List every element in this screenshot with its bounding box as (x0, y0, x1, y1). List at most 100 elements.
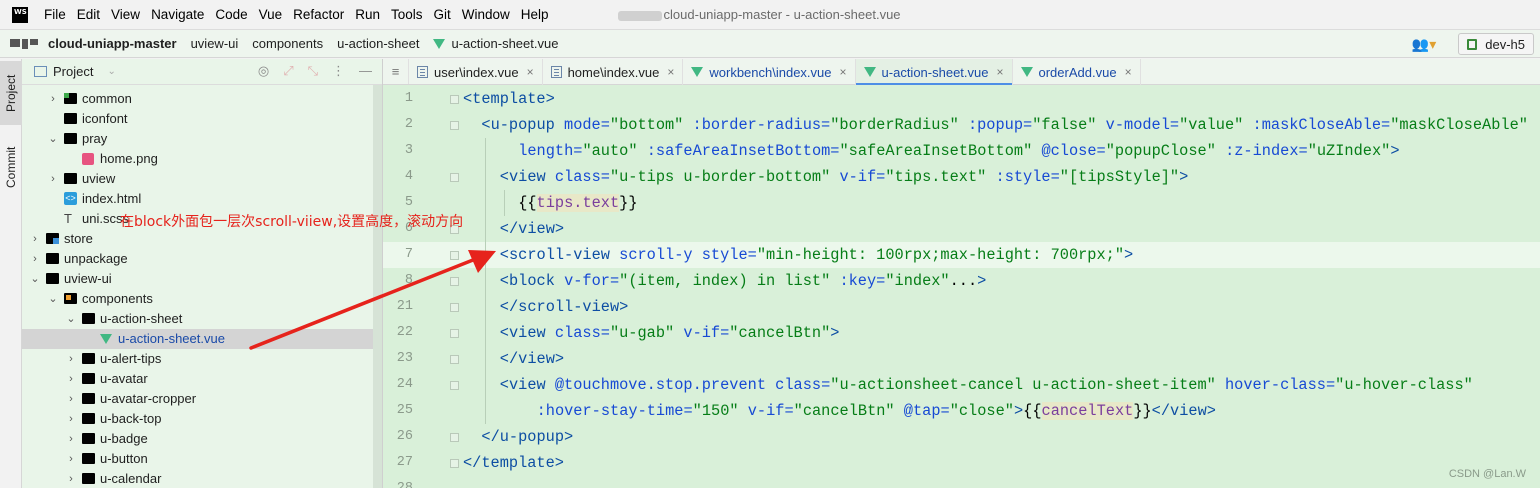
tree-row[interactable]: <> index.html (22, 189, 374, 209)
tool-window-strip: Project Commit (0, 59, 22, 488)
collapse-all-icon[interactable]: ⤡ (308, 63, 318, 79)
fold-marker-icon[interactable] (450, 381, 459, 390)
breadcrumb-file[interactable]: u-action-sheet.vue (451, 36, 558, 51)
menu-run[interactable]: Run (355, 7, 380, 22)
chevron-right-icon[interactable]: › (66, 349, 76, 369)
tree-row[interactable]: u-action-sheet.vue (22, 329, 374, 349)
tab-home-index-vue[interactable]: home\index.vue × (543, 59, 684, 85)
line-number: 4 (404, 169, 413, 184)
breadcrumb-project[interactable]: cloud-uniapp-master (48, 36, 177, 51)
chevron-down-icon[interactable]: ⌄ (66, 309, 76, 329)
fold-marker-icon[interactable] (450, 95, 459, 104)
user-dropdown-icon[interactable]: 👥▾ (1412, 36, 1436, 53)
tree-item-label: common (82, 91, 132, 106)
fold-marker-icon[interactable] (450, 121, 459, 130)
tab-u-action-sheet-vue[interactable]: u-action-sheet.vue × (855, 59, 1013, 86)
options-icon[interactable]: ⋮ (332, 63, 345, 79)
tree-row[interactable]: ⌄ u-action-sheet (22, 309, 374, 329)
editor-tabs: ≡ user\index.vue × home\index.vue × workbenc… (383, 59, 1540, 86)
close-icon[interactable]: × (1125, 65, 1132, 79)
code-line: 26 </u-popup> (383, 424, 1540, 450)
tree-row[interactable]: › uview (22, 169, 374, 189)
fold-marker-icon[interactable] (450, 303, 459, 312)
chevron-right-icon[interactable]: › (66, 389, 76, 409)
tab-menu-icon[interactable]: ≡ (383, 59, 409, 84)
fold-marker-icon[interactable] (450, 173, 459, 182)
chevron-right-icon[interactable]: › (66, 409, 76, 429)
fold-marker-icon[interactable] (450, 459, 459, 468)
expand-all-icon[interactable]: ⤢ (283, 63, 293, 79)
menu-vue[interactable]: Vue (259, 7, 283, 22)
menu-help[interactable]: Help (521, 7, 549, 22)
tree-row[interactable]: home.png (22, 149, 374, 169)
fold-marker-icon[interactable] (450, 251, 459, 260)
tab-user-index-vue[interactable]: user\index.vue × (409, 59, 543, 85)
code-text: <view @touchmove.stop.prevent class="u-a… (499, 376, 1473, 394)
branch-selector-button[interactable]: dev-h5 (1458, 33, 1534, 55)
folder-icon (46, 253, 59, 264)
breadcrumb-components[interactable]: components (252, 36, 323, 51)
chevron-right-icon[interactable]: › (48, 169, 58, 189)
tool-tab-project[interactable]: Project (0, 61, 22, 125)
code-editor[interactable]: 1 <template> 2 <u-popup mode="bottom" :bord… (383, 85, 1540, 488)
chevron-down-icon[interactable]: ⌄ (107, 66, 115, 77)
tree-row[interactable]: › store (22, 229, 374, 249)
menu-navigate[interactable]: Navigate (151, 7, 204, 22)
tab-workbench-index-vue[interactable]: workbench\index.vue × (683, 59, 856, 85)
tree-row[interactable]: ⌄ components (22, 289, 374, 309)
chevron-right-icon[interactable]: › (30, 249, 40, 269)
breadcrumb-u-action-sheet[interactable]: u-action-sheet (337, 36, 419, 51)
close-icon[interactable]: × (996, 65, 1003, 79)
chevron-right-icon[interactable]: › (48, 89, 58, 109)
code-line: 21 </scroll-view> (383, 294, 1540, 320)
tab-label: home\index.vue (567, 64, 660, 80)
chevron-down-icon[interactable]: ⌄ (48, 289, 58, 309)
chevron-down-icon[interactable]: ⌄ (48, 129, 58, 149)
menu-refactor[interactable]: Refactor (293, 7, 344, 22)
fold-marker-icon[interactable] (450, 277, 459, 286)
menu-edit[interactable]: Edit (77, 7, 100, 22)
tree-row[interactable]: › u-avatar (22, 369, 374, 389)
chevron-right-icon[interactable]: › (66, 369, 76, 389)
tree-row[interactable]: › u-back-top (22, 409, 374, 429)
hide-icon[interactable]: — (359, 63, 372, 79)
close-icon[interactable]: × (527, 65, 534, 79)
close-icon[interactable]: × (667, 65, 674, 79)
chevron-right-icon[interactable]: › (66, 429, 76, 449)
menu-file[interactable]: File (44, 7, 66, 22)
tree-row[interactable]: › u-avatar-cropper (22, 389, 374, 409)
chevron-down-icon[interactable]: ⌄ (30, 269, 40, 289)
fold-marker-icon[interactable] (450, 355, 459, 364)
chevron-right-icon[interactable]: › (66, 449, 76, 469)
tree-row[interactable]: iconfont (22, 109, 374, 129)
menu-git[interactable]: Git (433, 7, 450, 22)
chevron-right-icon[interactable]: › (66, 469, 76, 488)
fold-marker-icon[interactable] (450, 433, 459, 442)
menu-code[interactable]: Code (215, 7, 247, 22)
menu-window[interactable]: Window (462, 7, 510, 22)
chevron-right-icon[interactable]: › (30, 229, 40, 249)
project-scrollbar[interactable] (373, 85, 382, 488)
tree-row[interactable]: ⌄ pray (22, 129, 374, 149)
branch-label: dev-h5 (1485, 36, 1525, 52)
locate-icon[interactable]: ◎ (258, 63, 269, 79)
breadcrumb-uview-ui[interactable]: uview-ui (191, 36, 239, 51)
code-line: 6 </view> (383, 216, 1540, 242)
tree-row[interactable]: › u-calendar (22, 469, 374, 488)
project-view-title[interactable]: Project (53, 64, 93, 79)
tree-row[interactable]: ⌄ uview-ui (22, 269, 374, 289)
tool-tab-commit[interactable]: Commit (0, 137, 22, 197)
close-icon[interactable]: × (840, 65, 847, 79)
folder-icon (82, 433, 95, 444)
tree-row[interactable]: › common (22, 89, 374, 109)
tree-row[interactable]: › unpackage (22, 249, 374, 269)
tab-orderadd-vue[interactable]: orderAdd.vue × (1013, 59, 1141, 85)
menu-view[interactable]: View (111, 7, 140, 22)
fold-marker-icon[interactable] (450, 329, 459, 338)
menu-tools[interactable]: Tools (391, 7, 423, 22)
code-text: {{tips.text}} (518, 194, 638, 212)
line-number: 23 (396, 351, 413, 366)
tree-row[interactable]: › u-badge (22, 429, 374, 449)
tree-row[interactable]: › u-button (22, 449, 374, 469)
tree-row[interactable]: › u-alert-tips (22, 349, 374, 369)
